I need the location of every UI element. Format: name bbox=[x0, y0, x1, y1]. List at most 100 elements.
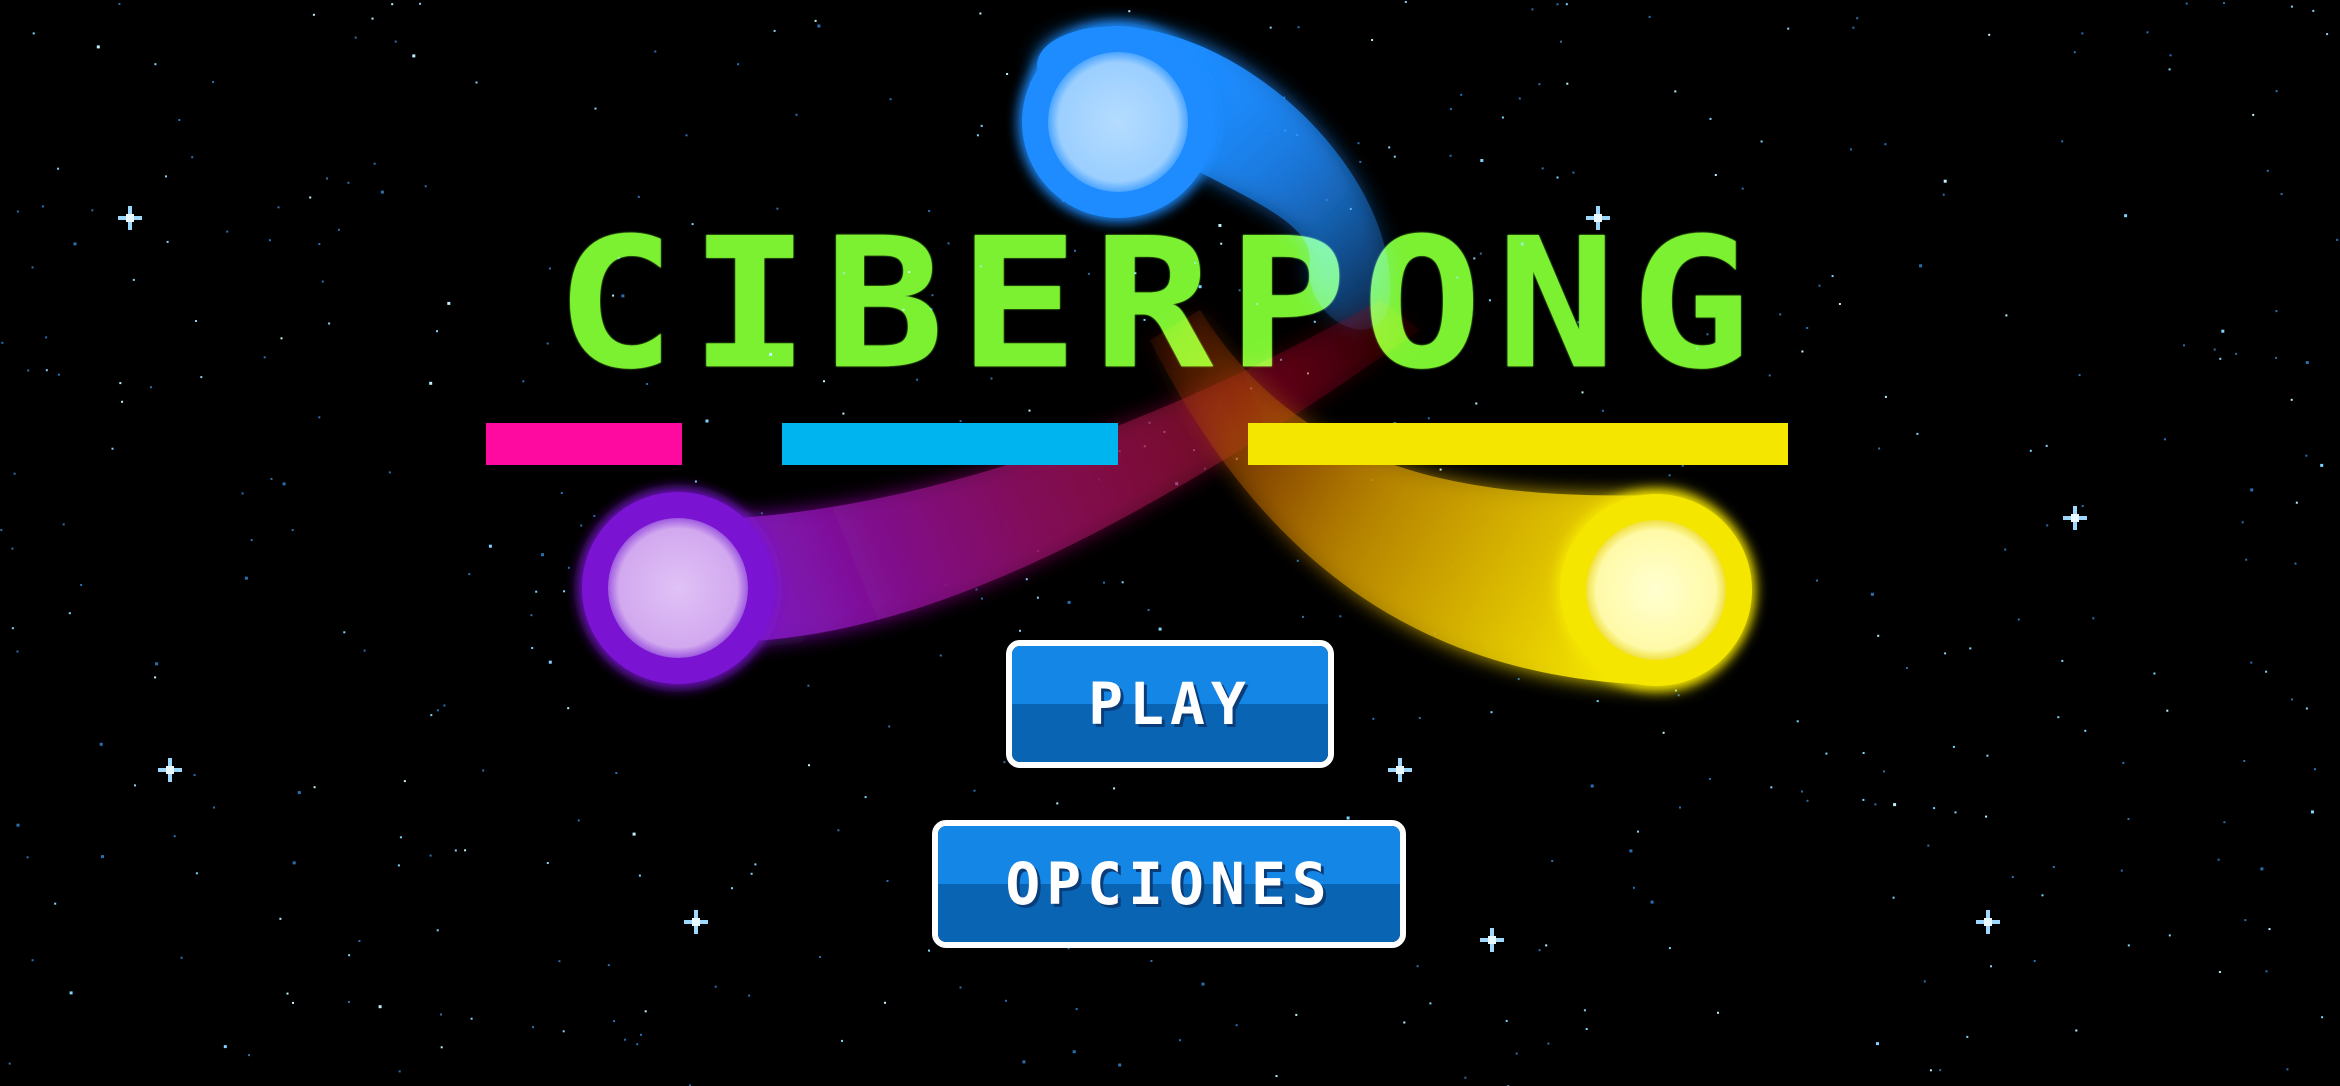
star bbox=[447, 301, 451, 305]
star bbox=[889, 98, 892, 101]
star bbox=[1709, 117, 1712, 120]
star bbox=[1393, 155, 1396, 158]
star bbox=[226, 230, 229, 233]
star bbox=[436, 330, 438, 333]
star bbox=[1760, 140, 1763, 143]
star bbox=[1650, 900, 1654, 904]
star bbox=[1072, 1050, 1076, 1054]
star bbox=[430, 714, 433, 717]
star bbox=[1884, 395, 1887, 398]
star bbox=[1679, 806, 1681, 809]
star bbox=[2218, 971, 2221, 973]
yellow-ball bbox=[1556, 490, 1756, 690]
star bbox=[166, 240, 169, 243]
star bbox=[13, 472, 16, 475]
star bbox=[1944, 652, 1947, 655]
star bbox=[150, 386, 152, 389]
star bbox=[1036, 596, 1039, 599]
star bbox=[1449, 154, 1452, 157]
star bbox=[2166, 709, 2169, 712]
star bbox=[1019, 629, 1021, 632]
star bbox=[2127, 944, 2130, 947]
play-button[interactable]: PLAY bbox=[1006, 640, 1334, 768]
star bbox=[1297, 26, 1300, 29]
star bbox=[1, 341, 4, 344]
star bbox=[842, 412, 845, 415]
star bbox=[1022, 1060, 1026, 1064]
star bbox=[354, 36, 357, 39]
star bbox=[560, 492, 563, 494]
star bbox=[1178, 1039, 1181, 1042]
star bbox=[121, 400, 124, 403]
star bbox=[632, 832, 636, 836]
star bbox=[2235, 352, 2238, 355]
star bbox=[134, 784, 136, 787]
star bbox=[884, 1001, 886, 1004]
star bbox=[558, 960, 561, 963]
star bbox=[1674, 90, 1677, 93]
star bbox=[470, 1017, 473, 1020]
star bbox=[1551, 860, 1554, 862]
star bbox=[1681, 464, 1684, 467]
star bbox=[154, 676, 157, 679]
star bbox=[286, 992, 289, 995]
star bbox=[1556, 3, 1559, 6]
star bbox=[111, 447, 114, 450]
star bbox=[1547, 1042, 1550, 1045]
star bbox=[2243, 760, 2246, 762]
star bbox=[2127, 818, 2130, 820]
star bbox=[2312, 9, 2315, 12]
star bbox=[1501, 116, 1504, 119]
star bbox=[62, 523, 65, 526]
star bbox=[2029, 449, 2032, 452]
star bbox=[807, 684, 810, 687]
star bbox=[1954, 811, 1957, 814]
star bbox=[2305, 361, 2309, 365]
options-button[interactable]: OPCIONES bbox=[932, 820, 1406, 948]
star bbox=[223, 1045, 227, 1049]
star bbox=[0, 529, 3, 532]
sparkle-star bbox=[2063, 506, 2087, 530]
star bbox=[567, 707, 570, 710]
star bbox=[577, 819, 580, 822]
star bbox=[1714, 174, 1717, 176]
star bbox=[563, 590, 566, 593]
star bbox=[443, 704, 446, 707]
star bbox=[348, 954, 351, 957]
star bbox=[654, 50, 657, 53]
star bbox=[213, 806, 215, 809]
star bbox=[132, 278, 135, 281]
star bbox=[1572, 171, 1575, 174]
star bbox=[2290, 398, 2293, 401]
star bbox=[419, 2, 422, 5]
star bbox=[1158, 627, 1162, 631]
star bbox=[1296, 559, 1299, 562]
star bbox=[394, 40, 397, 43]
sparkle-star bbox=[684, 910, 708, 934]
star bbox=[1876, 1042, 1879, 1046]
star bbox=[2260, 867, 2264, 871]
star bbox=[2275, 356, 2278, 359]
star bbox=[155, 662, 159, 666]
sparkle-star bbox=[1480, 928, 1504, 952]
star bbox=[2084, 729, 2087, 732]
star bbox=[1632, 886, 1635, 889]
star bbox=[2219, 357, 2222, 360]
star bbox=[2290, 5, 2293, 8]
star bbox=[541, 553, 544, 557]
star bbox=[99, 742, 103, 746]
purple-ball bbox=[578, 488, 778, 688]
star bbox=[2011, 876, 2014, 878]
star bbox=[973, 789, 976, 792]
star bbox=[263, 356, 266, 359]
star bbox=[277, 206, 280, 209]
star bbox=[424, 185, 427, 188]
star bbox=[280, 337, 283, 340]
star bbox=[1560, 40, 1562, 43]
star bbox=[1816, 579, 1818, 582]
star bbox=[318, 243, 321, 246]
star bbox=[337, 228, 340, 231]
star bbox=[535, 590, 538, 593]
sparkle-star bbox=[118, 206, 142, 230]
star bbox=[1269, 26, 1272, 29]
